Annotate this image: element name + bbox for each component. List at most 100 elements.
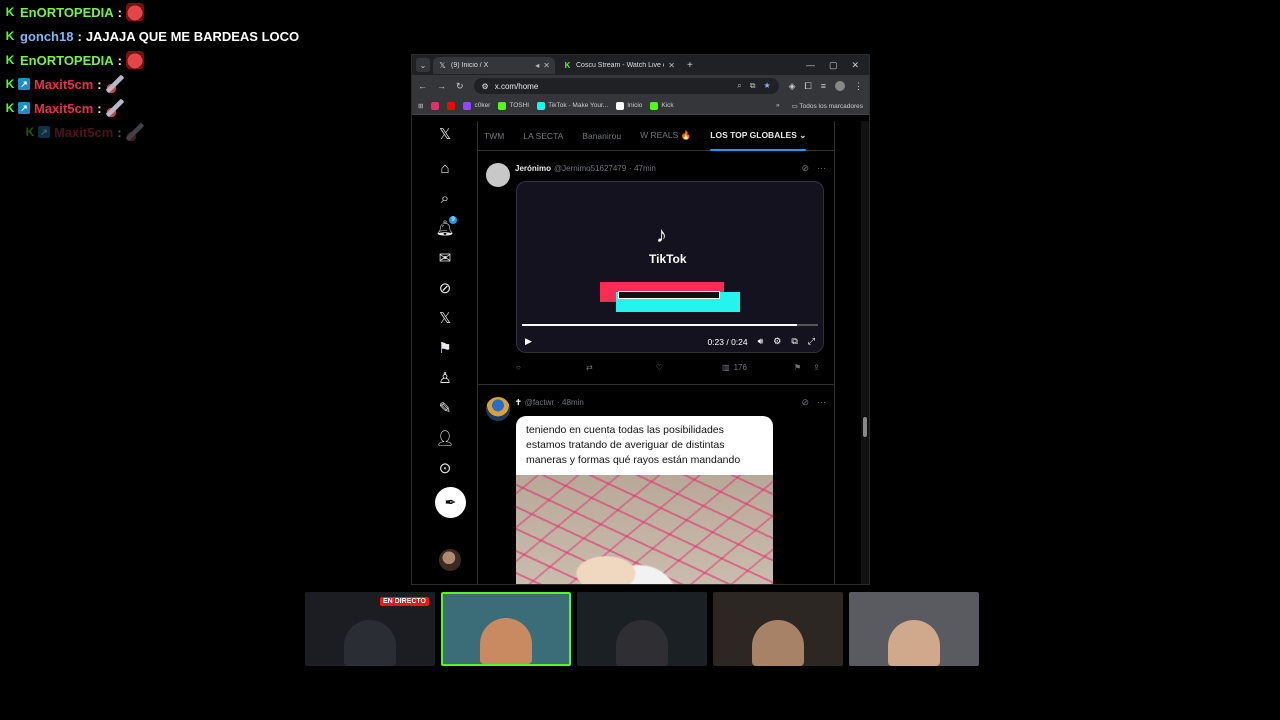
zoom-icon[interactable]: ⌕ — [737, 81, 741, 91]
maximize-icon[interactable]: ▢ — [829, 60, 838, 71]
scroll-thumb[interactable] — [863, 417, 867, 437]
more-options-icon[interactable]: ··· — [817, 163, 826, 174]
cam-tile[interactable] — [577, 592, 707, 666]
like-icon[interactable]: ♡ — [656, 363, 722, 372]
tab-x-home[interactable]: 𝕏 (9) Inicio / X ◂ ✕ — [433, 56, 555, 74]
extensions-icon[interactable]: ⧠ — [805, 81, 812, 92]
messages-icon[interactable]: ✉ — [436, 249, 454, 267]
x-sidebar: 𝕏 ⌂ ⌕ 🔔︎ 9 ✉ ⊘ 𝕏 ⚑ ♙ ✎ 👤︎ ⊙ ✒ — [412, 121, 478, 584]
chat-username[interactable]: gonch18 — [20, 29, 73, 44]
chat-username[interactable]: Maxit5cm — [34, 101, 93, 116]
grok-icon[interactable]: ⊘ — [436, 279, 454, 297]
views-button[interactable]: ▥ 176 — [722, 363, 794, 372]
url-field[interactable]: ⚙ x.com/home ⌕ ⧉ ★ — [473, 78, 779, 94]
speaker-icon[interactable]: ◂ — [535, 61, 539, 70]
tab-search-button[interactable]: ⌄ — [416, 58, 430, 72]
tweet[interactable]: ✝ @factwr · 48min ⊘ ··· teniendo en cuen… — [478, 385, 834, 584]
tweet-avatar[interactable] — [486, 397, 510, 421]
video-progress-bar[interactable] — [522, 324, 818, 326]
notifications-icon[interactable]: 🔔︎ 9 — [435, 216, 457, 237]
chat-username[interactable]: Maxit5cm — [54, 125, 113, 140]
reload-icon[interactable]: ↻ — [456, 81, 464, 92]
search-icon[interactable]: ⌕ — [436, 189, 454, 207]
volume-icon[interactable]: 🔊︎ — [758, 336, 764, 347]
play-icon[interactable]: ▶ — [525, 336, 532, 347]
cam-tile[interactable] — [849, 592, 979, 666]
home-icon[interactable]: ⌂ — [436, 159, 454, 177]
more-icon[interactable]: ⊙ — [436, 459, 454, 477]
pen-emote-icon — [105, 99, 124, 117]
tweet-handle[interactable]: @factwr — [525, 398, 554, 407]
grok-icon[interactable]: ⊘ — [801, 163, 809, 174]
bookmark-item[interactable]: c0ker — [463, 101, 490, 110]
tab-kick-stream[interactable]: K Coscu Stream - Watch Live on K ✕ — [558, 57, 680, 74]
chat-username[interactable]: EnORTOPEDIA — [20, 5, 114, 20]
tab-la-secta[interactable]: LA SECTA — [523, 131, 563, 141]
minimize-icon[interactable]: — — [806, 60, 815, 71]
post-button[interactable]: ✒ — [435, 487, 466, 518]
account-avatar[interactable] — [439, 549, 461, 571]
tweet-avatar[interactable] — [486, 163, 510, 187]
cam-tile[interactable] — [441, 592, 571, 666]
install-icon[interactable]: ⧉ — [750, 81, 756, 91]
lists-icon[interactable]: ✎ — [436, 399, 454, 417]
page-scrollbar[interactable] — [861, 121, 869, 584]
pen-emote-icon — [105, 75, 124, 93]
retweet-icon[interactable]: ⇄ — [586, 363, 656, 372]
forward-icon[interactable]: → — [437, 81, 446, 91]
tab-bananirou[interactable]: Bananirou — [582, 131, 621, 141]
tweet-time[interactable]: · 48min — [557, 398, 584, 407]
tab-twm[interactable]: TWM — [484, 131, 504, 141]
chat-username[interactable]: EnORTOPEDIA — [20, 53, 114, 68]
pip-icon[interactable]: ⧉ — [791, 336, 797, 347]
bookmark-item[interactable]: TOSHI — [498, 101, 529, 110]
bookmark-star-icon[interactable]: ★ — [763, 81, 770, 91]
bookmark-icon[interactable]: ⚑ — [794, 363, 801, 372]
tweet-handle[interactable]: @Jernimo51627479 — [554, 164, 626, 173]
tab-los-top-globales[interactable]: LOS TOP GLOBALES ⌄ — [710, 130, 807, 151]
prime-badge-icon: ↗ — [38, 126, 50, 138]
more-bookmarks-icon[interactable]: » — [776, 102, 780, 110]
reply-icon[interactable]: ○ — [516, 363, 586, 372]
kick-badge-icon: K — [5, 101, 15, 115]
close-tab-icon[interactable]: ✕ — [543, 61, 550, 70]
x-logo-icon[interactable]: 𝕏 — [436, 125, 454, 143]
bookmarks-icon[interactable]: ⚑ — [436, 339, 454, 357]
cam-tile[interactable] — [713, 592, 843, 666]
all-bookmarks-folder[interactable]: ▭ Todos los marcadores — [792, 102, 863, 110]
new-tab-button[interactable]: + — [683, 60, 697, 71]
settings-icon[interactable]: ⚙ — [773, 336, 781, 347]
share-icon[interactable]: ⇪ — [813, 363, 820, 372]
shield-icon[interactable]: ◈ — [789, 81, 796, 92]
media-icon[interactable]: ≡ — [821, 81, 826, 92]
chat-username[interactable]: Maxit5cm — [34, 77, 93, 92]
more-options-icon[interactable]: ··· — [817, 397, 826, 408]
x-page: 𝕏 ⌂ ⌕ 🔔︎ 9 ✉ ⊘ 𝕏 ⚑ ♙ ✎ 👤︎ ⊙ ✒ TWM LA SECT… — [412, 121, 869, 584]
apps-icon[interactable]: ⊞ — [418, 102, 423, 110]
tweet[interactable]: Jerónimo @Jernimo51627479 · 47min ⊘ ··· … — [478, 151, 834, 385]
kick-badge-icon: K — [25, 125, 35, 139]
grok-icon[interactable]: ⊘ — [801, 397, 809, 408]
close-window-icon[interactable]: ✕ — [851, 60, 859, 71]
tweet-author-name[interactable]: Jerónimo — [515, 164, 551, 173]
bookmark-item[interactable] — [431, 101, 440, 110]
meme-image[interactable]: teniendo en cuenta todas las posibilidad… — [516, 416, 773, 584]
fullscreen-icon[interactable]: ⤢ — [808, 336, 815, 347]
tweet-time[interactable]: · 47min — [629, 164, 656, 173]
jobs-icon[interactable]: ♙ — [436, 369, 454, 387]
back-icon[interactable]: ← — [418, 81, 427, 91]
cam-tile[interactable]: EN DIRECTO — [305, 592, 435, 666]
profile-avatar[interactable] — [835, 80, 845, 91]
menu-icon[interactable]: ⋮ — [854, 81, 863, 92]
bookmark-item[interactable]: Inicio — [616, 101, 642, 110]
profile-icon[interactable]: 👤︎ — [435, 429, 454, 447]
bookmark-item[interactable]: Kick — [650, 101, 674, 110]
premium-icon[interactable]: 𝕏 — [436, 309, 454, 327]
bookmark-item[interactable]: TikTok - Make Your... — [537, 101, 608, 110]
bookmark-item[interactable] — [447, 101, 456, 110]
video-player[interactable]: ♪ TikTok ▶ 0:23 / 0:24 🔊︎ ⚙ ⧉ ⤢ — [516, 181, 824, 353]
site-info-icon[interactable]: ⚙ — [482, 82, 489, 91]
tab-w-reals[interactable]: W REALS 🔥 — [640, 130, 691, 141]
close-tab-icon[interactable]: ✕ — [668, 61, 675, 70]
kick-badge-icon: K — [5, 29, 15, 43]
